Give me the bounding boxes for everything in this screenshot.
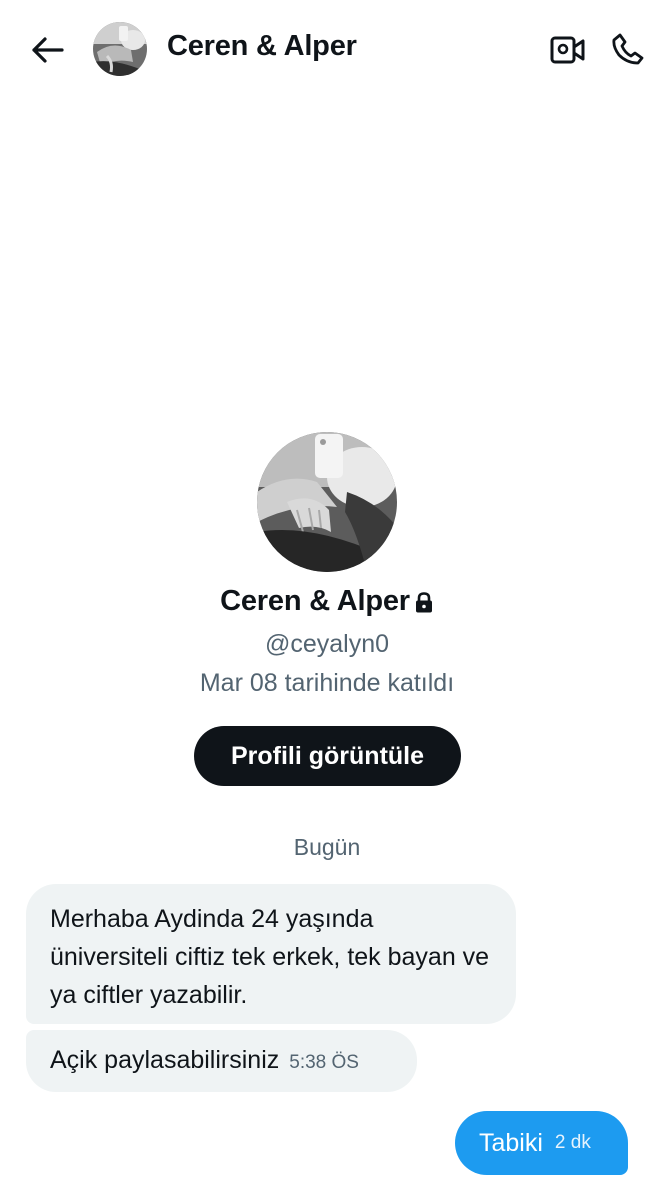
message-text: Tabiki <box>479 1128 543 1157</box>
day-separator: Bugün <box>293 834 361 860</box>
phone-icon <box>612 33 644 65</box>
header-avatar[interactable] <box>93 22 147 76</box>
video-camera-icon <box>550 36 585 64</box>
video-call-button[interactable] <box>546 28 590 72</box>
header-title[interactable]: Ceren & Alper <box>167 30 357 63</box>
voice-call-button[interactable] <box>605 26 651 72</box>
message-timestamp: 2 dk <box>554 1132 591 1153</box>
message-text: Merhaba Aydinda 24 yaşında üniversiteli … <box>50 905 490 1009</box>
back-button[interactable] <box>26 30 68 70</box>
message-bubble-incoming[interactable]: Merhaba Aydinda 24 yaşında üniversiteli … <box>26 884 516 1024</box>
arrow-left-icon <box>32 37 64 63</box>
profile-avatar[interactable] <box>257 432 397 572</box>
profile-name-row: Ceren & Alper <box>0 585 654 618</box>
message-text: Açik paylasabilirsiniz <box>50 1046 280 1074</box>
profile-handle: @ceyalyn0 <box>264 630 390 658</box>
message-bubble-outgoing[interactable]: Tabiki 2 dk <box>455 1111 628 1175</box>
message-timestamp: 5:38 ÖS <box>289 1052 359 1073</box>
lock-icon <box>414 591 434 614</box>
message-bubble-incoming[interactable]: Açik paylasabilirsiniz 5:38 ÖS <box>26 1030 417 1092</box>
profile-join-date: Mar 08 tarihinde katıldı <box>199 669 455 697</box>
view-profile-button[interactable]: Profili görüntüle <box>194 726 461 786</box>
chat-header: Ceren & Alper <box>0 0 654 100</box>
profile-name: Ceren & Alper <box>220 585 410 617</box>
